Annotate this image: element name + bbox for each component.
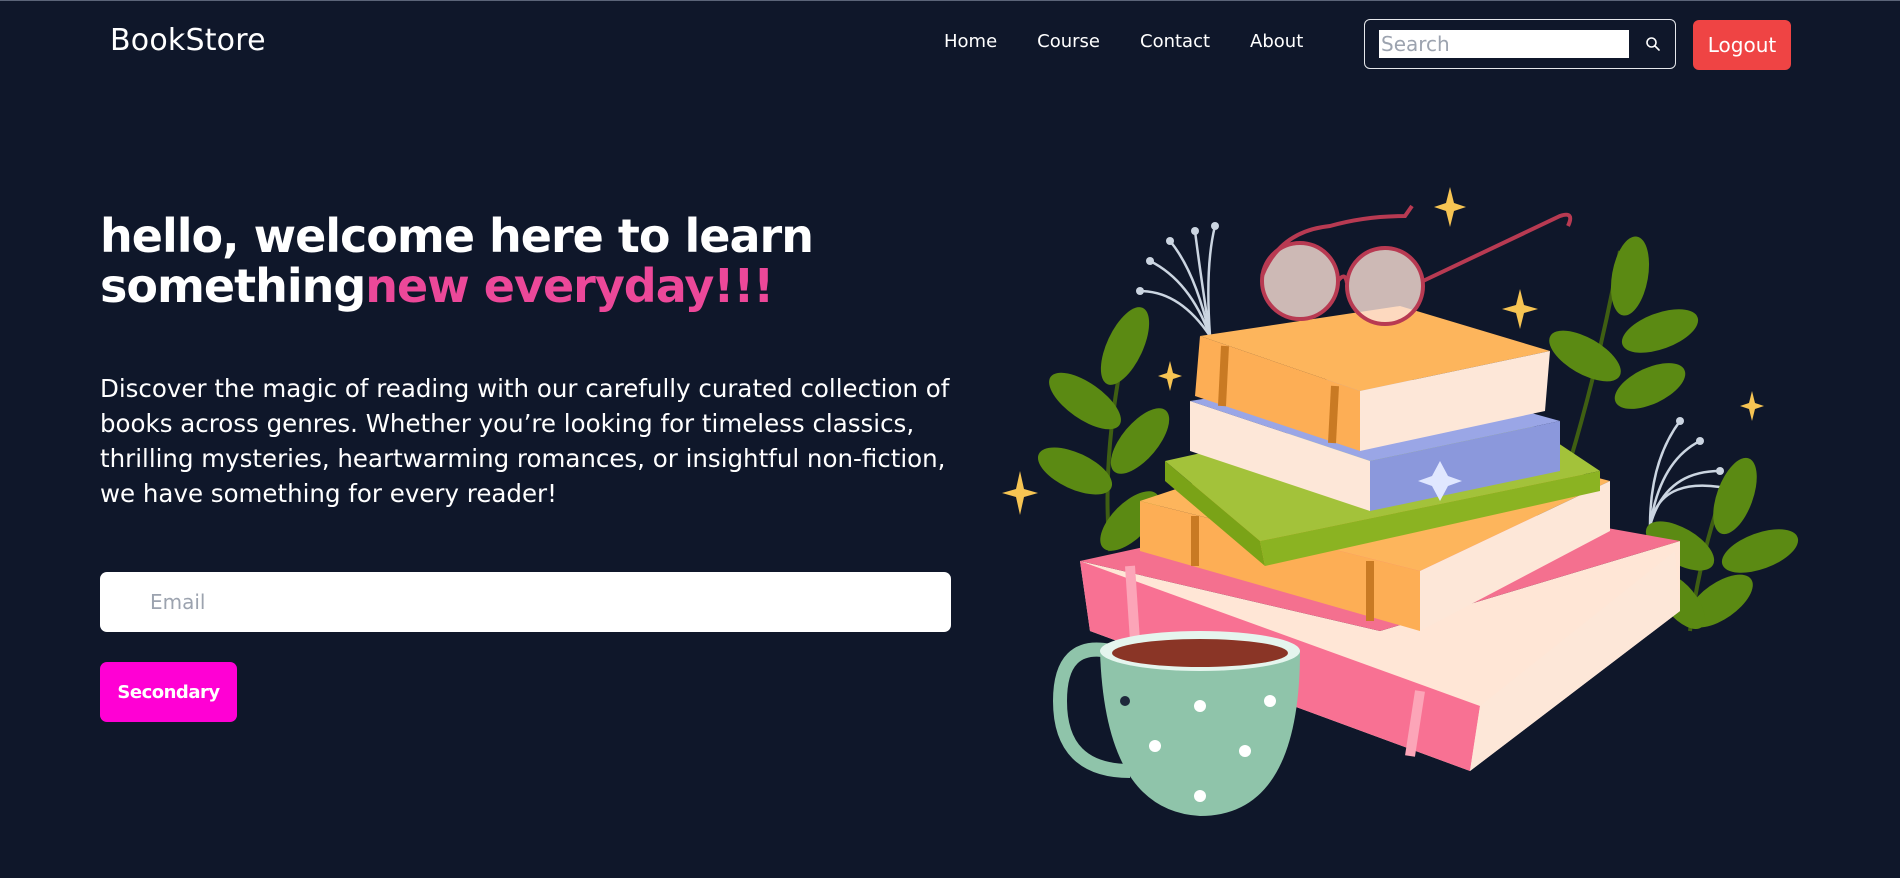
- sparkle-icon: [1502, 289, 1538, 329]
- nav-link-contact[interactable]: Contact: [1140, 31, 1210, 52]
- sparkle-icon: [1002, 471, 1038, 515]
- hero-title-accent: new everyday!!!: [365, 259, 774, 313]
- sparkle-icon: [1740, 391, 1764, 421]
- nav-link-course[interactable]: Course: [1037, 31, 1100, 52]
- search-icon[interactable]: [1645, 36, 1661, 52]
- books-illustration: [1002, 187, 1799, 816]
- coffee-mug-icon: [1052, 631, 1300, 816]
- brand-logo[interactable]: BookStore: [110, 23, 266, 58]
- navbar: BookStore Home Course Contact About Logo…: [0, 1, 1900, 89]
- hero-description: Discover the magic of reading with our c…: [100, 374, 950, 508]
- search-box: [1364, 19, 1676, 69]
- nav-link-about[interactable]: About: [1250, 31, 1303, 52]
- dandelion-left: [1139, 225, 1217, 337]
- hero-title: hello, welcome here to learn somethingne…: [100, 211, 920, 311]
- sparkle-icon: [1158, 361, 1182, 391]
- search-input[interactable]: [1379, 30, 1629, 58]
- secondary-button[interactable]: Secondary: [100, 662, 237, 722]
- email-field[interactable]: [100, 572, 951, 632]
- logout-button[interactable]: Logout: [1693, 20, 1791, 70]
- nav-link-home[interactable]: Home: [944, 31, 997, 52]
- page: BookStore Home Course Contact About Logo…: [0, 0, 1900, 878]
- nav-links: Home Course Contact About: [944, 31, 1303, 52]
- sparkle-icon: [1434, 187, 1466, 227]
